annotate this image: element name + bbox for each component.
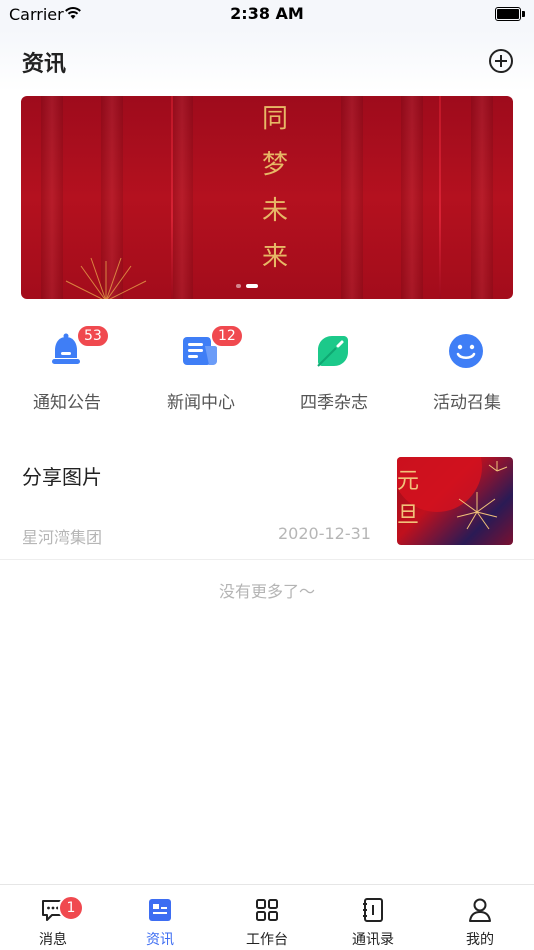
- quick-item-label: 四季杂志: [300, 393, 368, 413]
- firework-decoration: [65, 257, 147, 299]
- tab-mine[interactable]: 我的: [427, 885, 533, 950]
- badge-count: 12: [210, 324, 244, 348]
- quick-item-events[interactable]: 活动召集: [400, 322, 534, 422]
- article-date: 2020-12-31: [278, 524, 371, 543]
- tab-label: 资讯: [146, 932, 174, 948]
- quick-entry-row: 53 通知公告 12 新闻中心 四季杂志 活动召集: [0, 322, 534, 422]
- battery-icon: [495, 7, 525, 21]
- header: 资讯: [0, 30, 534, 92]
- quick-item-label: 新闻中心: [167, 393, 235, 413]
- smile-icon: [449, 334, 483, 368]
- page-title: 资讯: [22, 52, 67, 77]
- quick-item-label: 活动召集: [433, 393, 501, 413]
- no-more-text: 没有更多了～: [218, 582, 315, 601]
- tab-label: 我的: [466, 932, 494, 948]
- carousel-dot-active: [246, 284, 258, 288]
- status-time: 2:38 AM: [230, 4, 304, 23]
- quick-item-magazine[interactable]: 四季杂志: [267, 322, 401, 422]
- news-icon: [149, 899, 171, 921]
- tab-workbench[interactable]: 工作台: [214, 885, 320, 950]
- quick-item-notice[interactable]: 53 通知公告: [0, 322, 134, 422]
- banner-carousel[interactable]: 同 梦 未 来: [21, 96, 513, 299]
- badge-count: 1: [58, 895, 84, 921]
- banner-text: 同 梦 未 来: [261, 104, 288, 272]
- status-bar: Carrier 2:38 AM: [0, 0, 534, 30]
- grid-icon: [256, 899, 278, 921]
- person-icon: [469, 898, 491, 922]
- contacts-book-icon: [363, 898, 383, 922]
- article-title: 分享图片: [22, 465, 102, 489]
- tab-label: 工作台: [246, 932, 288, 948]
- quick-item-news[interactable]: 12 新闻中心: [134, 322, 268, 422]
- tab-bar: 1 消息 资讯 工作台 通讯录 我的: [0, 884, 534, 950]
- tab-label: 消息: [39, 932, 67, 948]
- tab-news[interactable]: 资讯: [107, 885, 213, 950]
- article-source: 星河湾集团: [22, 528, 103, 547]
- quick-item-label: 通知公告: [33, 393, 101, 413]
- tab-label: 通讯录: [352, 932, 394, 948]
- add-circle-icon[interactable]: [488, 48, 514, 74]
- leaf-icon: [317, 336, 348, 367]
- thumbnail-text: 元旦: [397, 469, 420, 528]
- tab-contacts[interactable]: 通讯录: [320, 885, 426, 950]
- article-list-item[interactable]: 分享图片 星河湾集团 2020-12-31 元旦: [0, 446, 534, 560]
- carousel-dot: [236, 284, 241, 288]
- badge-count: 53: [76, 324, 110, 348]
- tab-messages[interactable]: 1 消息: [0, 885, 106, 950]
- article-thumbnail: 元旦: [397, 457, 513, 545]
